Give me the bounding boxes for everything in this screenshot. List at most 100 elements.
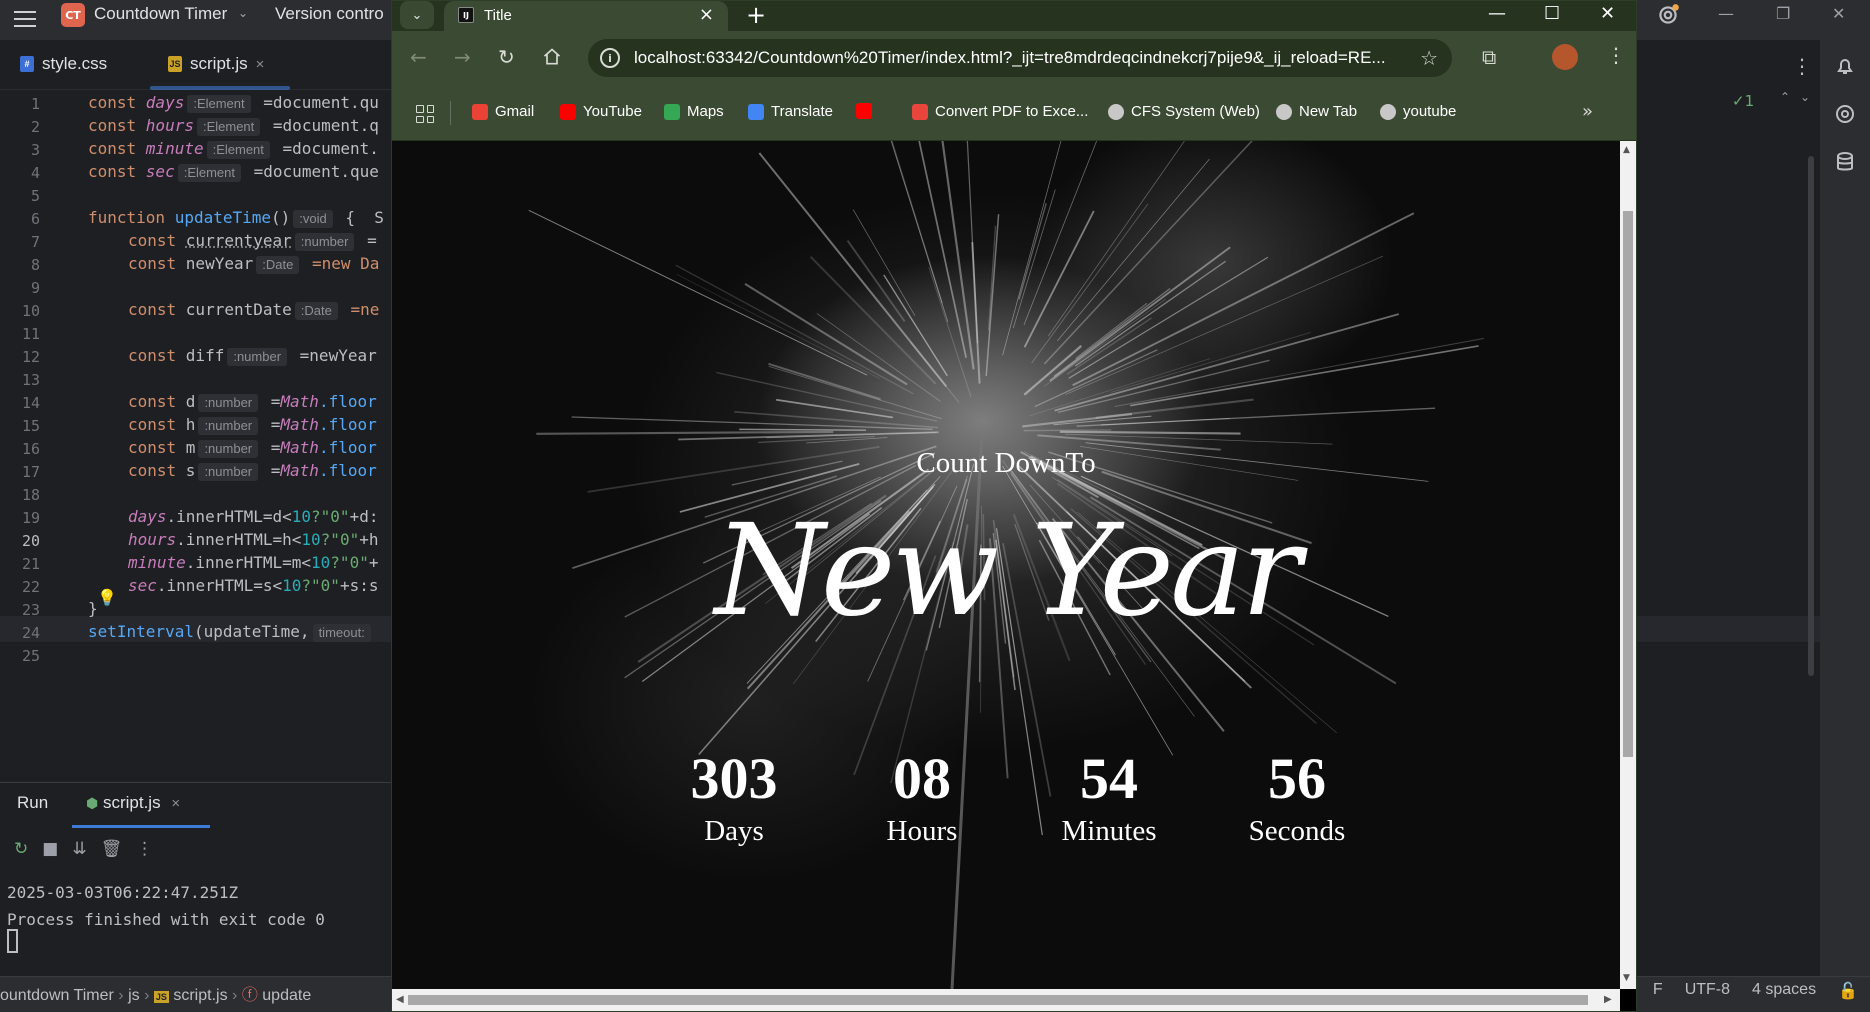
scroll-left-arrow-icon[interactable]: ◀ [396,994,404,1005]
spark-ray [1074,260,1226,367]
js-file-icon: JS [153,991,169,1003]
chevron-down-icon[interactable]: ⌄ [238,6,248,20]
scroll-to-end-icon[interactable]: ⇊ [72,839,86,859]
more-icon[interactable]: ⋮ [136,839,153,859]
project-badge: CT [61,3,85,27]
countdown-counters: 303 Days 08 Hours 54 Minutes 56 Seconds [392,749,1620,869]
bookmark-youtube-icon-only[interactable] [856,103,879,119]
home-icon[interactable] [542,47,562,67]
breadcrumb-dir[interactable]: js [128,987,140,1004]
address-bar[interactable]: i localhost:63342/Countdown%20Timer/inde… [588,39,1452,77]
bell-icon[interactable] [1833,54,1857,78]
breadcrumb-file[interactable]: script.js [173,987,227,1004]
breadcrumb: ountdown Timer › js › JS script.js › ⓕ u… [0,981,311,1005]
run-panel-title[interactable]: Run [17,793,48,813]
chevron-double-right-icon[interactable]: » [1582,101,1593,122]
tab-close-icon[interactable]: × [699,4,714,25]
bookmark-youtube[interactable]: YouTube [560,103,642,120]
line-number: 12 [21,348,40,366]
console-exit-message: Process finished with exit code 0 [7,910,325,929]
spark-ray [1110,332,1311,393]
browser-menu-icon[interactable]: ⋮ [1606,43,1626,67]
trash-icon[interactable]: 🗑 [101,839,123,859]
console-output[interactable]: 2025-03-03T06:22:47.251Z Process finishe… [7,879,325,933]
bookmark-cfs-system[interactable]: CFS System (Web) [1108,103,1260,120]
minimize-icon[interactable]: — [1488,3,1506,24]
page-horizontal-scrollbar[interactable]: ◀ ▶ [392,989,1620,1011]
more-icon[interactable]: ⋮ [1792,54,1812,78]
bookmark-convert-pdf[interactable]: Convert PDF to Exce... [912,103,1088,120]
tab-close-icon[interactable]: × [256,56,265,73]
extensions-icon[interactable]: ⧉ [1482,45,1496,69]
stop-icon[interactable]: ■ [42,839,58,859]
spark-ray [1065,433,1333,445]
avatar[interactable] [1552,44,1578,70]
spark-ray [768,362,881,401]
back-icon[interactable]: ← [410,45,427,69]
line-separator-widget[interactable]: F [1653,981,1663,1001]
bookmark-star-icon[interactable]: ☆ [1420,46,1438,70]
code-line-4: const sec:Element =document.que [88,162,379,182]
maximize-icon[interactable]: ☐ [1544,3,1560,24]
days-value: 303 [690,746,778,811]
chevron-up-icon[interactable]: ⌃ [1780,90,1790,104]
new-tab-button[interactable]: + [746,1,766,29]
line-number: 23 [21,601,40,619]
horizontal-scroll-thumb[interactable] [408,995,1588,1005]
url-text[interactable]: localhost:63342/Countdown%20Timer/index.… [634,48,1404,68]
page-vertical-scrollbar[interactable]: ▲ ▼ [1620,141,1636,989]
scroll-right-arrow-icon[interactable]: ▶ [1604,994,1612,1005]
tab-script-js[interactable]: JS script.js × [168,54,264,74]
type-hint: :number [198,463,259,481]
bookmark-translate[interactable]: Translate [748,103,833,120]
code-line-24: setInterval(updateTime, timeout: [88,621,374,643]
minimize-icon[interactable]: — [1718,4,1734,23]
tab-style-css[interactable]: # style.css [20,54,107,74]
project-name[interactable]: Countdown Timer [94,4,227,24]
run-toolbar: ↻ ■ ⇊ 🗑 ⋮ [14,839,153,859]
close-icon[interactable]: ✕ [1600,3,1615,24]
type-hint: :Element [177,164,242,182]
site-info-icon[interactable]: i [600,48,620,68]
tab-search-icon[interactable]: ⌄ [400,1,434,29]
line-number: 5 [30,187,40,205]
reload-icon[interactable]: ↻ [498,45,515,69]
browser-tab-title: Title [484,7,512,24]
unlock-icon[interactable]: 🔓 [1838,981,1858,1001]
chevron-down-icon[interactable]: ⌄ [1800,90,1810,104]
close-icon[interactable]: ✕ [1832,4,1845,23]
type-hint: :Element [206,141,270,159]
spark-ray [1053,287,1171,377]
code-line-17: const s:number =Math.floor [128,461,377,481]
database-icon[interactable] [1833,150,1857,174]
spark-ray [985,214,1000,376]
browser-tab-active[interactable]: IJ Title × [444,1,728,31]
vertical-scroll-thumb[interactable] [1623,211,1633,757]
apps-grid-icon[interactable] [416,105,434,123]
breadcrumb-function[interactable]: update [262,987,311,1004]
bookmark-gmail[interactable]: Gmail [472,103,534,120]
run-tab-script-js[interactable]: ⬢ script.js × [86,793,180,813]
forward-icon[interactable]: → [454,45,471,69]
ai-assistant-icon[interactable] [1833,102,1857,126]
indent-widget[interactable]: 4 spaces [1752,981,1816,1001]
spark-ray [966,141,979,344]
code-editor[interactable]: const days:Element =document.qu const ho… [88,92,395,782]
type-hint: :number [198,440,259,458]
scroll-down-arrow-icon[interactable]: ▼ [1623,973,1630,983]
main-menu-icon[interactable] [14,4,36,34]
restore-icon[interactable]: ❐ [1776,4,1790,23]
editor-scrollbar[interactable] [1808,156,1814,676]
settings-icon[interactable] [1655,2,1681,28]
bookmark-youtube-lower[interactable]: youtube [1380,103,1456,120]
bookmark-new-tab[interactable]: New Tab [1276,103,1357,120]
close-icon[interactable]: × [171,795,180,812]
rerun-icon[interactable]: ↻ [14,839,28,859]
breadcrumb-project[interactable]: ountdown Timer [0,987,114,1004]
hours-value: 08 [893,746,951,811]
bookmark-maps[interactable]: Maps [664,103,724,120]
vcs-widget[interactable]: Version contro [275,4,384,24]
inspection-widget[interactable]: ✓1 [1732,92,1754,110]
scroll-up-arrow-icon[interactable]: ▲ [1623,145,1630,155]
encoding-widget[interactable]: UTF-8 [1685,981,1730,1001]
